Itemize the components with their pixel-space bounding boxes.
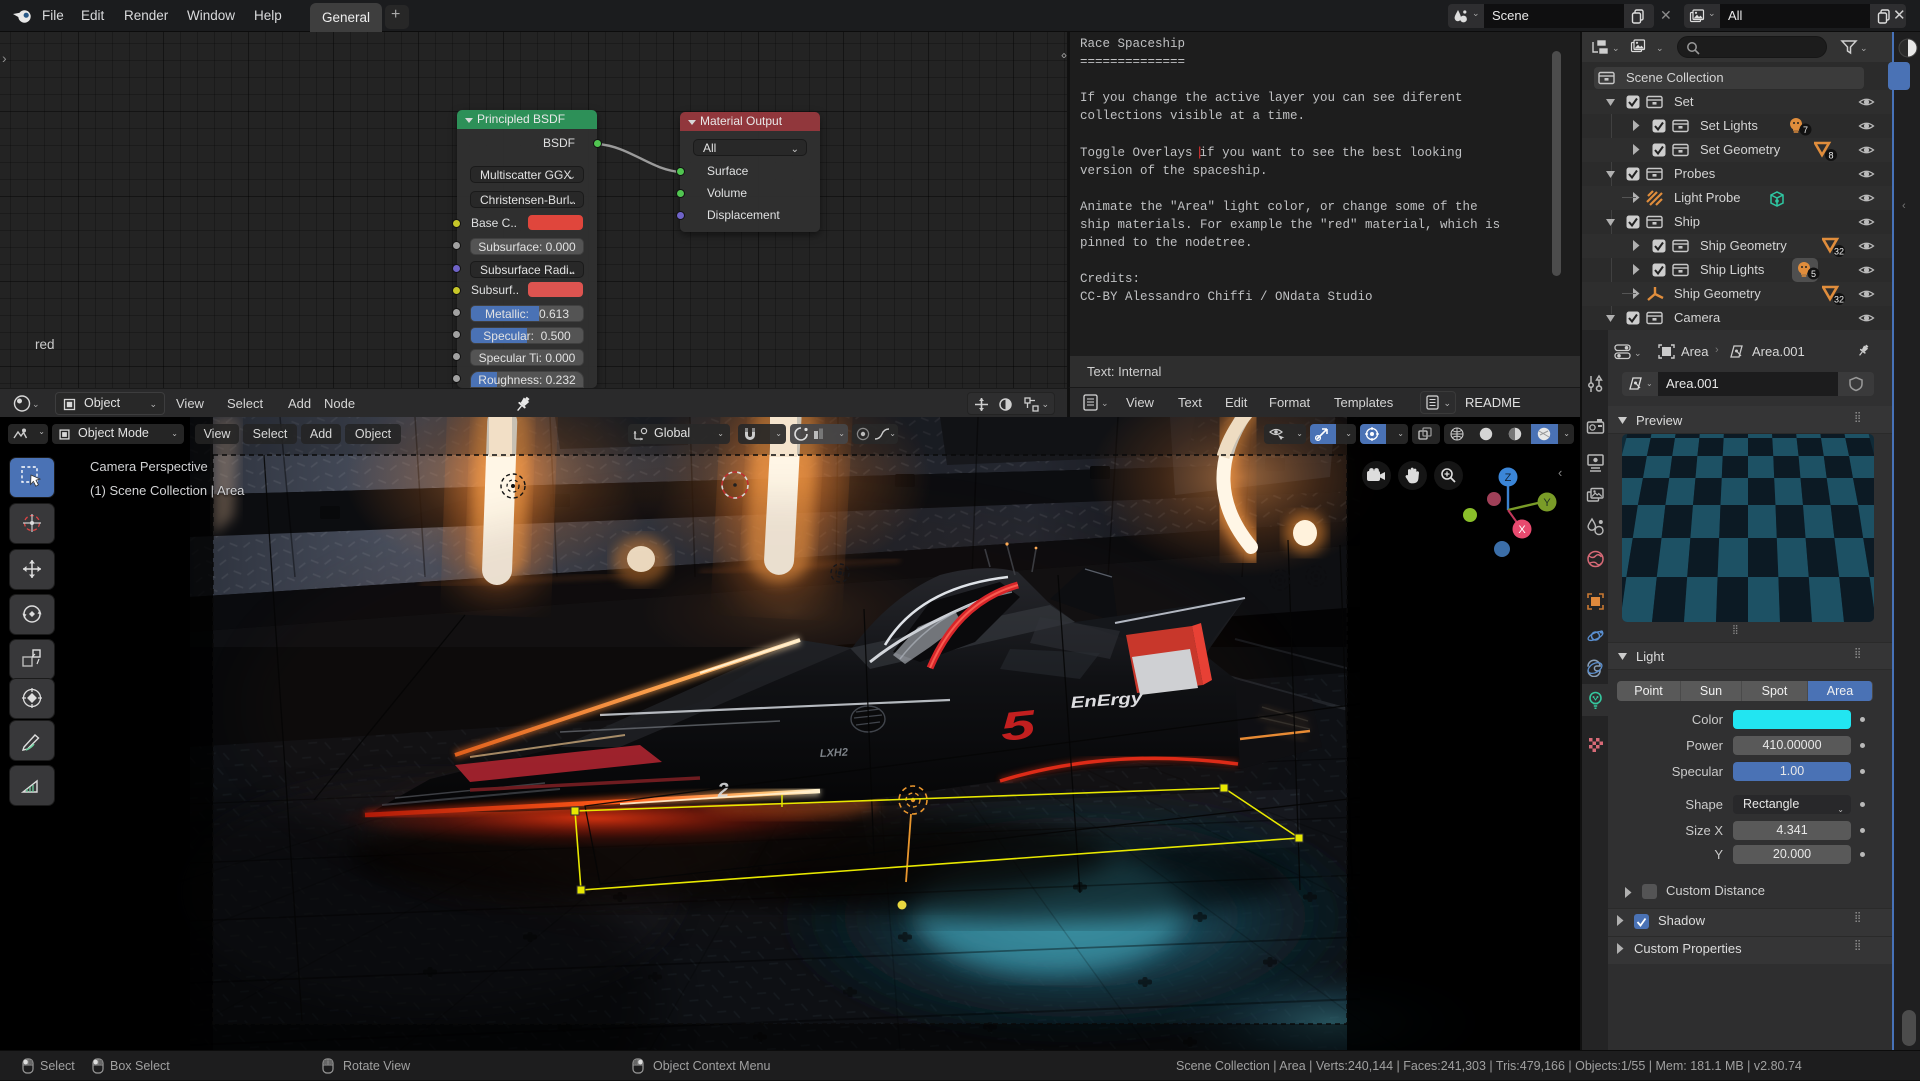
svg-text:32: 32 xyxy=(1834,295,1844,305)
svg-text:⌄: ⌄ xyxy=(1101,398,1109,408)
svg-text:⌄: ⌄ xyxy=(32,399,40,409)
svg-text:8: 8 xyxy=(1828,151,1833,161)
svg-text:Y: Y xyxy=(1543,497,1551,509)
svg-text:⌄: ⌄ xyxy=(1656,43,1664,53)
svg-text:5: 5 xyxy=(998,702,1038,750)
svg-text:32: 32 xyxy=(1834,247,1844,257)
svg-text:5: 5 xyxy=(1811,269,1816,279)
svg-text:Z: Z xyxy=(1505,472,1512,484)
svg-text:⌄: ⌄ xyxy=(1860,43,1868,53)
svg-text:2: 2 xyxy=(716,779,729,802)
svg-text:⌄: ⌄ xyxy=(1612,43,1620,53)
svg-text:LXH2: LXH2 xyxy=(820,747,849,760)
svg-text:⌄: ⌄ xyxy=(1634,348,1642,358)
svg-text:7: 7 xyxy=(1803,125,1808,135)
svg-text:X: X xyxy=(1518,524,1526,536)
